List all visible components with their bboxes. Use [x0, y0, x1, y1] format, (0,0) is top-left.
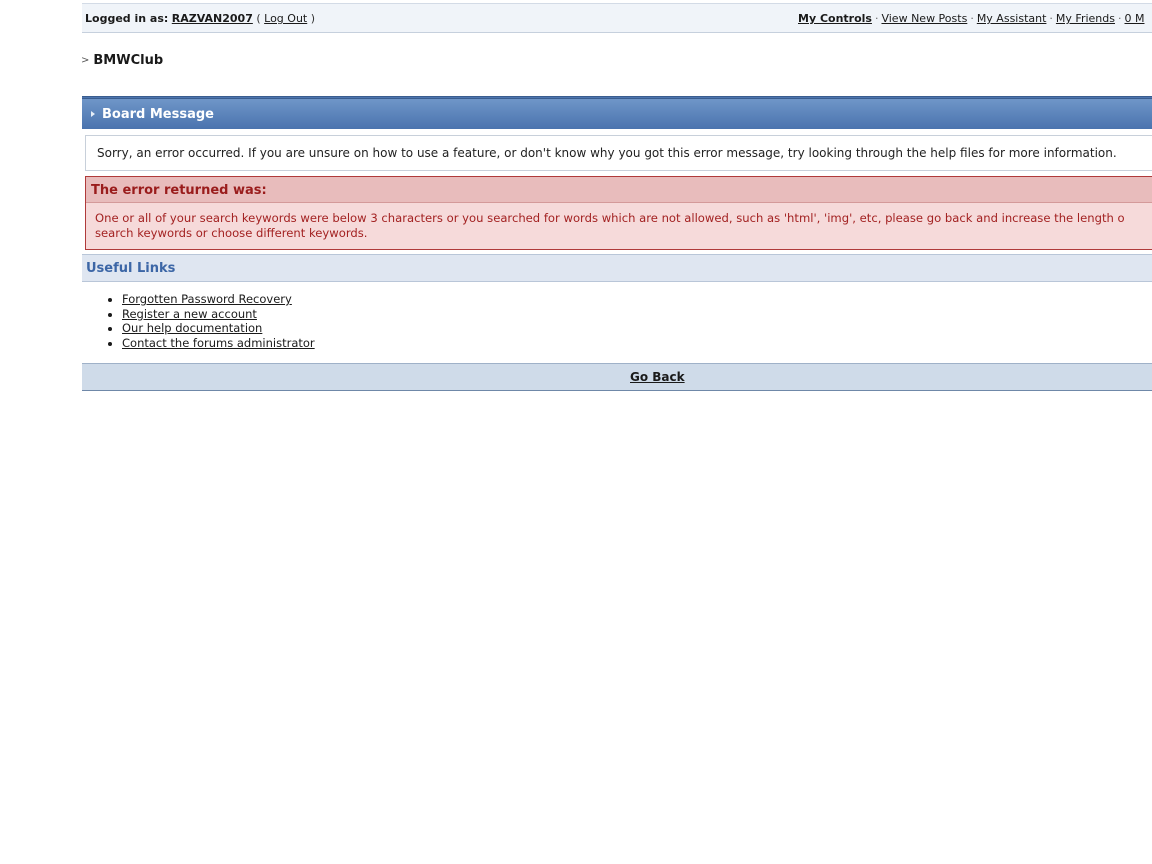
separator: · [1049, 12, 1053, 25]
messages-link[interactable]: 0 M [1124, 12, 1144, 25]
board-message-header: Board Message [82, 96, 1152, 129]
list-item: Forgotten Password Recovery [122, 292, 315, 307]
list-item: Our help documentation [122, 321, 315, 336]
list-item: Contact the forums administrator [122, 336, 315, 351]
user-info: Logged in as: RAZVAN2007 ( Log Out ) [85, 12, 315, 25]
useful-links-list: Forgotten Password Recovery Register a n… [82, 292, 315, 350]
username-link[interactable]: RAZVAN2007 [172, 12, 253, 25]
page: Logged in as: RAZVAN2007 ( Log Out ) My … [0, 0, 1152, 864]
my-assistant-link[interactable]: My Assistant [977, 12, 1047, 25]
error-info-text: Sorry, an error occurred. If you are uns… [97, 146, 1117, 160]
view-new-posts-link[interactable]: View New Posts [881, 12, 967, 25]
help-documentation-link[interactable]: Our help documentation [122, 321, 262, 335]
separator: · [1117, 12, 1122, 25]
user-bar: Logged in as: RAZVAN2007 ( Log Out ) My … [82, 3, 1152, 33]
logged-in-label: Logged in as: [85, 12, 169, 25]
contact-admin-link[interactable]: Contact the forums administrator [122, 336, 315, 350]
separator: · [970, 12, 974, 25]
my-friends-link[interactable]: My Friends [1056, 12, 1115, 25]
useful-links-title: Useful Links [86, 261, 176, 276]
go-back-link[interactable]: Go Back [630, 370, 685, 384]
error-title-bar: The error returned was: [86, 177, 1152, 203]
forgotten-password-link[interactable]: Forgotten Password Recovery [122, 292, 292, 306]
error-message-line-1: One or all of your search keywords were … [95, 211, 1125, 225]
board-message-title: Board Message [102, 107, 214, 122]
error-box: The error returned was: One or all of yo… [85, 176, 1152, 250]
my-controls-link[interactable]: My Controls [798, 12, 872, 25]
logout-link[interactable]: Log Out [264, 12, 307, 25]
breadcrumb-forum-link[interactable]: BMWClub [93, 53, 163, 68]
register-account-link[interactable]: Register a new account [122, 307, 257, 321]
go-back-bar: Go Back [82, 363, 1152, 391]
triangle-right-icon [91, 111, 95, 117]
separator: · [874, 12, 879, 25]
error-title: The error returned was: [91, 183, 267, 198]
error-info-row: Sorry, an error occurred. If you are uns… [85, 135, 1152, 171]
breadcrumb: > BMWClub [81, 53, 163, 68]
error-message: One or all of your search keywords were … [95, 211, 1152, 241]
useful-links-header: Useful Links [82, 254, 1152, 282]
paren-close: ) [310, 12, 316, 25]
breadcrumb-arrow-icon: > [81, 55, 90, 66]
error-message-line-2: search keywords or choose different keyw… [95, 226, 368, 240]
list-item: Register a new account [122, 307, 315, 322]
paren-open: ( [256, 12, 261, 25]
user-nav: My Controls · View New Posts · My Assistant ·… [798, 12, 1144, 25]
